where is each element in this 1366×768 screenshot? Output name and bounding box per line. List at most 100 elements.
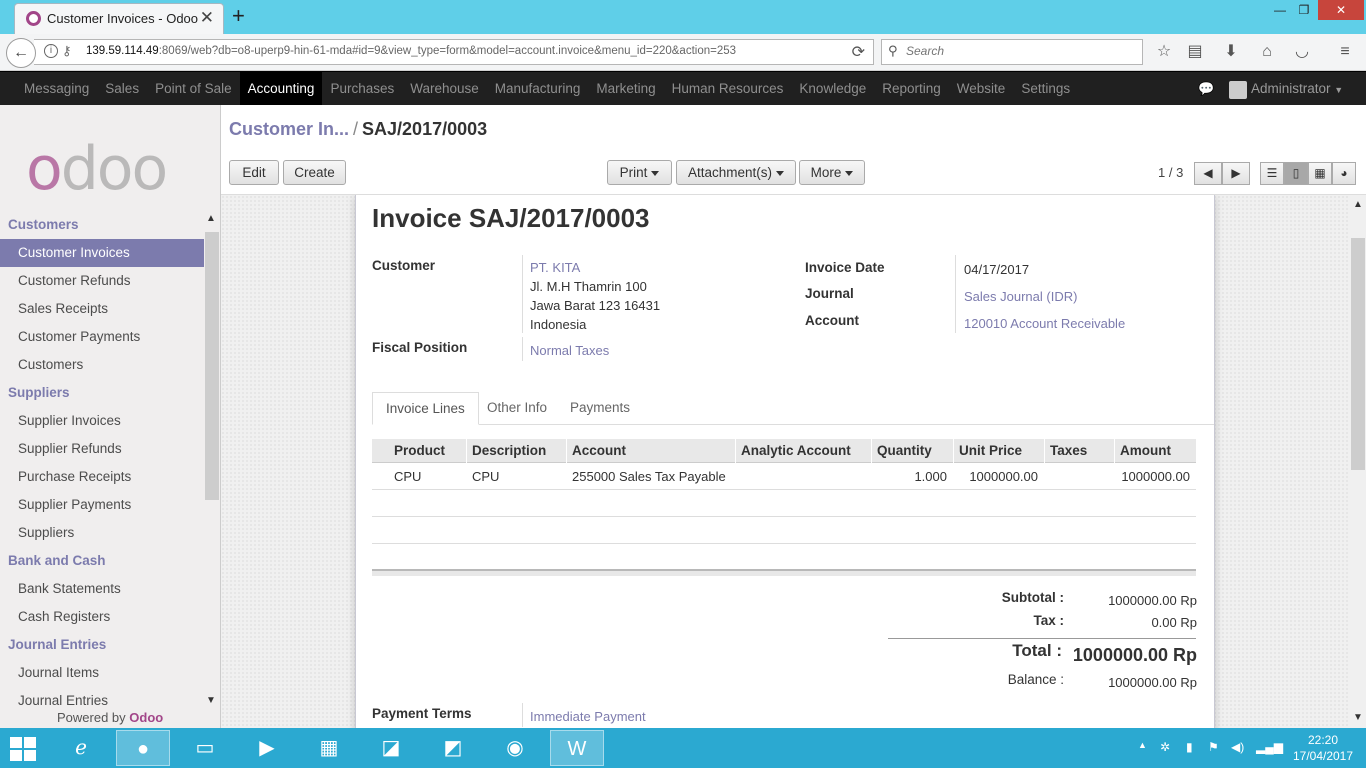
column-header-unit-price[interactable]: Unit Price	[959, 443, 1022, 458]
pager-value[interactable]: 1 / 3	[1158, 165, 1183, 180]
windows-start-icon[interactable]	[10, 737, 38, 761]
volume-icon[interactable]: ◀)	[1231, 740, 1244, 754]
download-icon[interactable]: ⬇	[1219, 40, 1243, 64]
journal-link[interactable]: Sales Journal (IDR)	[964, 289, 1077, 304]
column-header-analytic-account[interactable]: Analytic Account	[741, 443, 851, 458]
sidebar-item-suppliers[interactable]: Suppliers	[0, 519, 204, 547]
internet-explorer-icon[interactable]: ℯ	[54, 730, 108, 766]
graph-view-button[interactable]: ◕	[1332, 162, 1356, 185]
battery-icon[interactable]: ▮	[1186, 740, 1193, 754]
sidebar-item-bank-statements[interactable]: Bank Statements	[0, 575, 204, 603]
search-input[interactable]	[906, 44, 1136, 58]
sidebar-item-customer-refunds[interactable]: Customer Refunds	[0, 267, 204, 295]
topmenu-item-warehouse[interactable]: Warehouse	[402, 72, 487, 106]
table-row[interactable]: CPU CPU 255000 Sales Tax Payable 1.000 10000…	[372, 463, 1196, 490]
tab-invoice-lines[interactable]: Invoice Lines	[372, 392, 479, 425]
edit-button[interactable]: Edit	[229, 160, 279, 185]
maximize-button[interactable]: ❐	[1292, 0, 1316, 20]
topmenu-item-messaging[interactable]: Messaging	[16, 72, 97, 106]
scroll-down-icon[interactable]: ▼	[1353, 712, 1363, 723]
scroll-down-icon[interactable]: ▼	[206, 695, 216, 706]
home-icon[interactable]: ⌂	[1255, 40, 1279, 64]
topmenu-item-purchases[interactable]: Purchases	[322, 72, 402, 106]
reload-icon[interactable]: ⟳	[852, 42, 865, 62]
system-clock[interactable]: 22:20 17/04/2017	[1288, 732, 1358, 764]
topmenu-item-accounting[interactable]: Accounting	[239, 72, 323, 106]
topmenu-item-marketing[interactable]: Marketing	[588, 72, 663, 106]
firefox-icon[interactable]: ●	[116, 730, 170, 766]
customer-link[interactable]: PT. KITA	[530, 260, 580, 275]
url-bar[interactable]: i ⚷ 139.59.114.49:8069/web?db=o8-uperp9-…	[34, 39, 874, 65]
notes-app-icon[interactable]: ◪	[364, 730, 418, 766]
sticky-notes-icon[interactable]: ◩	[426, 730, 480, 766]
search-bar[interactable]: ⚲	[881, 39, 1143, 65]
sidebar-item-cash-registers[interactable]: Cash Registers	[0, 603, 204, 631]
topmenu-item-human-resources[interactable]: Human Resources	[664, 72, 792, 106]
list-view-button[interactable]: ☰	[1260, 162, 1284, 185]
flag-icon[interactable]: ⚑	[1208, 740, 1219, 754]
sidebar-item-supplier-payments[interactable]: Supplier Payments	[0, 491, 204, 519]
sidebar-item-customer-payments[interactable]: Customer Payments	[0, 323, 204, 351]
main-scrollbar[interactable]: ▲ ▼	[1350, 195, 1366, 728]
sidebar-item-customer-invoices[interactable]: Customer Invoices	[0, 239, 204, 267]
form-view-button[interactable]: ▯	[1284, 162, 1308, 185]
word-icon[interactable]: W	[550, 730, 604, 766]
print-button[interactable]: Print	[607, 160, 672, 185]
column-header-description[interactable]: Description	[472, 443, 546, 458]
column-header-account[interactable]: Account	[572, 443, 626, 458]
pocket-icon[interactable]: ◡	[1290, 40, 1314, 64]
odoo-logo[interactable]: odoo	[26, 139, 168, 199]
menu-icon[interactable]: ≡	[1333, 40, 1357, 64]
sidebar-item-journal-items[interactable]: Journal Items	[0, 659, 204, 687]
pager-previous-button[interactable]: ◀	[1194, 162, 1222, 185]
close-window-button[interactable]: ✕	[1318, 0, 1364, 20]
fiscal-position-link[interactable]: Normal Taxes	[530, 343, 609, 358]
calendar-view-button[interactable]: ▦	[1308, 162, 1332, 185]
chrome-icon[interactable]: ◉	[488, 730, 542, 766]
reading-list-icon[interactable]: ▤	[1183, 40, 1207, 64]
tray-app-icon[interactable]: ✲	[1160, 740, 1170, 754]
pager-next-button[interactable]: ▶	[1222, 162, 1250, 185]
info-icon[interactable]: i	[44, 44, 58, 58]
column-header-product[interactable]: Product	[394, 443, 445, 458]
sidebar-item-customers[interactable]: Customers	[0, 351, 204, 379]
topmenu-item-website[interactable]: Website	[949, 72, 1014, 106]
scroll-up-icon[interactable]: ▲	[206, 213, 216, 224]
new-tab-button[interactable]: +	[232, 3, 245, 29]
back-button[interactable]: ←	[6, 38, 36, 68]
column-header-quantity[interactable]: Quantity	[877, 443, 932, 458]
file-explorer-icon[interactable]: ▭	[178, 730, 232, 766]
topmenu-item-knowledge[interactable]: Knowledge	[791, 72, 874, 106]
attachments-button[interactable]: Attachment(s)	[676, 160, 796, 185]
browser-tab[interactable]: Customer Invoices - Odoo ✕	[14, 3, 224, 34]
payment-terms-link[interactable]: Immediate Payment	[530, 709, 646, 724]
bookmark-star-icon[interactable]: ☆	[1152, 40, 1176, 64]
breadcrumb-parent[interactable]: Customer In...	[229, 119, 349, 139]
avatar[interactable]	[1229, 81, 1247, 99]
network-icon[interactable]: ▂▄▆	[1256, 740, 1283, 754]
show-hidden-icons[interactable]: ▲	[1138, 740, 1147, 750]
calendar-app-icon[interactable]: ▦	[302, 730, 356, 766]
topmenu-item-reporting[interactable]: Reporting	[874, 72, 949, 106]
sidebar-item-sales-receipts[interactable]: Sales Receipts	[0, 295, 204, 323]
tab-other-info[interactable]: Other Info	[474, 392, 560, 425]
scroll-thumb[interactable]	[1351, 238, 1365, 470]
topmenu-item-manufacturing[interactable]: Manufacturing	[487, 72, 589, 106]
column-header-amount[interactable]: Amount	[1120, 443, 1171, 458]
topmenu-item-sales[interactable]: Sales	[97, 72, 147, 106]
sidebar-item-purchase-receipts[interactable]: Purchase Receipts	[0, 463, 204, 491]
sidebar-item-supplier-invoices[interactable]: Supplier Invoices	[0, 407, 204, 435]
topmenu-item-point-of-sale[interactable]: Point of Sale	[147, 72, 240, 106]
url-text[interactable]: 139.59.114.49:8069/web?db=o8-uperp9-hin-…	[86, 45, 736, 57]
column-header-taxes[interactable]: Taxes	[1050, 443, 1087, 458]
minimize-button[interactable]: —	[1268, 0, 1292, 20]
topmenu-item-settings[interactable]: Settings	[1013, 72, 1078, 106]
close-tab-icon[interactable]: ✕	[200, 8, 214, 28]
powered-by-link[interactable]: Odoo	[129, 710, 163, 725]
create-button[interactable]: Create	[283, 160, 346, 185]
media-player-icon[interactable]: ▶	[240, 730, 294, 766]
more-button[interactable]: More	[799, 160, 865, 185]
scroll-up-icon[interactable]: ▲	[1353, 199, 1363, 210]
sidebar-scrollbar[interactable]: ▲ ▼	[204, 213, 220, 708]
sidebar-item-supplier-refunds[interactable]: Supplier Refunds	[0, 435, 204, 463]
